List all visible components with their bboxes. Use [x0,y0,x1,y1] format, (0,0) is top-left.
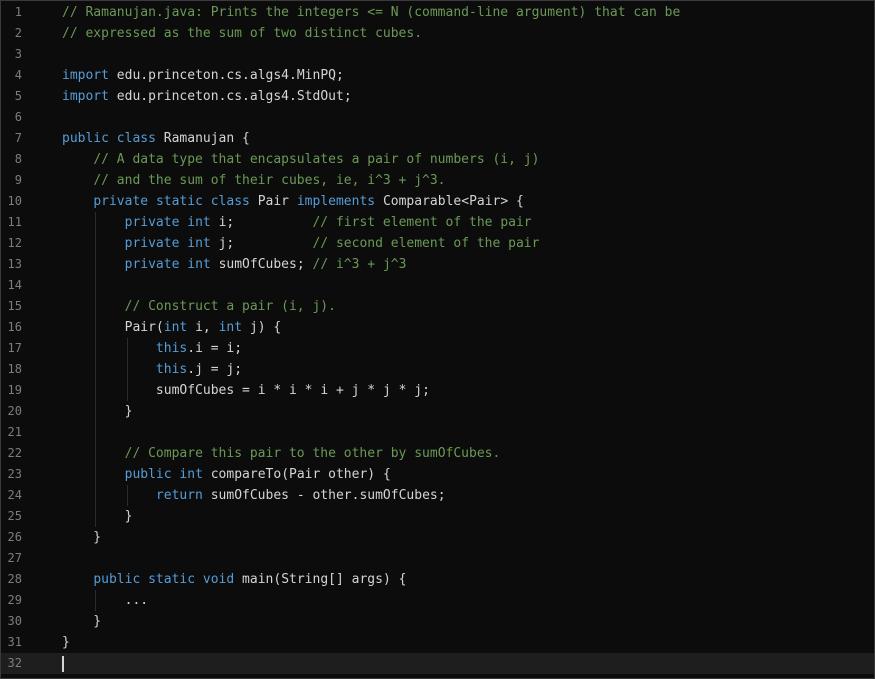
line-content: this.j = j; [155,362,243,377]
line-number: 30 [7,614,22,628]
line-number: 29 [7,593,22,607]
line-content: // Ramanujan.java: Prints the integers <… [62,5,681,20]
code-line[interactable]: 3 [1,44,874,65]
indent-guide [95,590,96,611]
line-number: 9 [14,173,22,187]
line-number: 27 [7,551,22,565]
code-line[interactable]: 10 private static class Pair implements … [1,191,874,212]
line-number: 28 [7,572,22,586]
line-number: 7 [14,131,22,145]
code-line[interactable]: 5 import edu.princeton.cs.algs4.StdOut; [1,86,874,107]
line-number: 23 [7,467,22,481]
text-cursor [62,656,64,672]
line-content: ... [62,593,149,608]
indent-guide [95,212,96,527]
indent-guide [127,485,128,506]
line-number: 15 [7,299,22,313]
line-content: // expressed as the sum of two distinct … [62,26,423,41]
line-content: import edu.princeton.cs.algs4.StdOut; [62,89,352,104]
line-content: public static void main(String[] args) { [93,572,407,587]
code-line[interactable]: 28 public static void main(String[] args… [1,569,874,590]
line-number: 1 [14,5,22,19]
line-content: } [62,509,133,524]
line-number: 5 [14,89,22,103]
code-line[interactable]: 14 [1,275,874,296]
code-line[interactable]: 19 sumOfCubes = i * i * i + j * j * j; [1,380,874,401]
code-line[interactable]: 22 // Compare this pair to the other by … [1,443,874,464]
line-number: 12 [7,236,22,250]
line-number: 31 [7,635,22,649]
line-content: public class Ramanujan { [62,131,250,146]
line-number: 22 [7,446,22,460]
code-line[interactable]: 12 private int j; // second element of t… [1,233,874,254]
code-line[interactable]: 26 } [1,527,874,548]
line-number: 18 [7,362,22,376]
code-line[interactable]: 13 private int sumOfCubes; // i^3 + j^3 [1,254,874,275]
code-line[interactable]: 23 public int compareTo(Pair other) { [1,464,874,485]
indent-guide [127,338,128,401]
line-number: 25 [7,509,22,523]
line-content: private int j; // second element of the … [124,236,540,251]
code-line[interactable]: 32 [1,653,874,674]
code-line[interactable]: 2 // expressed as the sum of two distinct… [1,23,874,44]
line-number: 32 [7,656,22,670]
line-number: 19 [7,383,22,397]
code-line[interactable]: 6 [1,107,874,128]
line-number: 11 [7,215,22,229]
line-number: 26 [7,530,22,544]
line-content: } [62,635,70,650]
code-line[interactable]: 29 ... [1,590,874,611]
line-number: 3 [14,47,22,61]
line-number: 17 [7,341,22,355]
code-line[interactable]: 9 // and the sum of their cubes, ie, i^3… [1,170,874,191]
line-number: 2 [14,26,22,40]
line-content: private int sumOfCubes; // i^3 + j^3 [124,257,407,272]
code-line[interactable]: 25 } [1,506,874,527]
line-number: 10 [7,194,22,208]
code-line[interactable]: 24 return sumOfCubes - other.sumOfCubes; [1,485,874,506]
line-number: 24 [7,488,22,502]
line-content: private static class Pair implements Com… [93,194,524,209]
line-number: 6 [14,110,22,124]
line-content: // Compare this pair to the other by sum… [124,446,501,461]
line-content: // A data type that encapsulates a pair … [93,152,540,167]
code-editor[interactable]: 1 // Ramanujan.java: Prints the integers … [0,0,875,679]
line-number: 21 [7,425,22,439]
line-content: this.i = i; [155,341,243,356]
code-line[interactable]: 15 // Construct a pair (i, j). [1,296,874,317]
line-number: 20 [7,404,22,418]
line-number: 8 [14,152,22,166]
code-line[interactable]: 16 Pair(int i, int j) { [1,317,874,338]
line-content: private int i; // first element of the p… [124,215,532,230]
code-line[interactable]: 1 // Ramanujan.java: Prints the integers … [1,2,874,23]
line-number: 16 [7,320,22,334]
code-line[interactable]: 8 // A data type that encapsulates a pai… [1,149,874,170]
line-content: // and the sum of their cubes, ie, i^3 +… [93,173,446,188]
line-content: } [62,404,133,419]
code-line[interactable]: 11 private int i; // first element of th… [1,212,874,233]
line-content: return sumOfCubes - other.sumOfCubes; [155,488,446,503]
code-line[interactable]: 18 this.j = j; [1,359,874,380]
line-content: sumOfCubes = i * i * i + j * j * j; [155,383,430,398]
code-line[interactable]: 4 import edu.princeton.cs.algs4.MinPQ; [1,65,874,86]
code-area[interactable]: 1 // Ramanujan.java: Prints the integers … [1,2,874,674]
line-number: 4 [14,68,22,82]
line-number: 13 [7,257,22,271]
line-content: import edu.princeton.cs.algs4.MinPQ; [62,68,344,83]
code-line[interactable]: 30 } [1,611,874,632]
code-line[interactable]: 20 } [1,401,874,422]
line-content: } [62,614,102,629]
line-content: } [62,530,102,545]
line-content: // Construct a pair (i, j). [124,299,336,314]
line-number: 14 [7,278,22,292]
line-content: public int compareTo(Pair other) { [124,467,391,482]
code-line[interactable]: 17 this.i = i; [1,338,874,359]
code-line[interactable]: 7 public class Ramanujan { [1,128,874,149]
code-line[interactable]: 27 [1,548,874,569]
code-line[interactable]: 21 [1,422,874,443]
code-line[interactable]: 31} [1,632,874,653]
